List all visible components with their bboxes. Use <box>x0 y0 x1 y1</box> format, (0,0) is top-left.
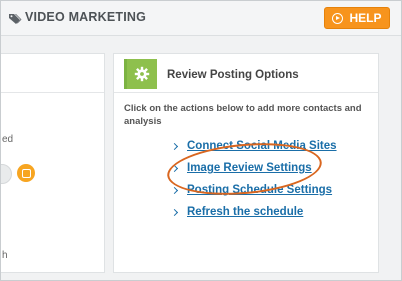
help-button[interactable]: HELP <box>324 7 390 29</box>
gear-icon <box>127 59 157 89</box>
panel-title: Review Posting Options <box>167 69 299 81</box>
left-panel-header <box>1 54 104 93</box>
panel-description: Click on the actions below to add more c… <box>124 103 362 127</box>
chevron-right-icon <box>170 186 179 195</box>
play-circle-icon <box>332 12 344 24</box>
left-panel-text: ed <box>2 134 14 145</box>
page-header: VIDEO MARKETING HELP <box>1 1 401 36</box>
chevron-right-icon <box>170 208 179 217</box>
left-panel-text-bottom: h <box>2 250 8 261</box>
grey-circle-icon[interactable] <box>1 164 12 184</box>
link-label: Refresh the schedule <box>187 206 304 218</box>
tags-icon <box>8 12 22 30</box>
instagram-icon[interactable] <box>17 164 35 182</box>
chevron-right-icon <box>170 142 179 151</box>
app-frame: VIDEO MARKETING HELP ed h Review Posting… <box>0 0 402 281</box>
page-title: VIDEO MARKETING <box>25 10 147 24</box>
panel-header: Review Posting Options <box>114 54 378 93</box>
help-button-label: HELP <box>349 11 382 25</box>
left-panel: ed h <box>1 53 105 273</box>
